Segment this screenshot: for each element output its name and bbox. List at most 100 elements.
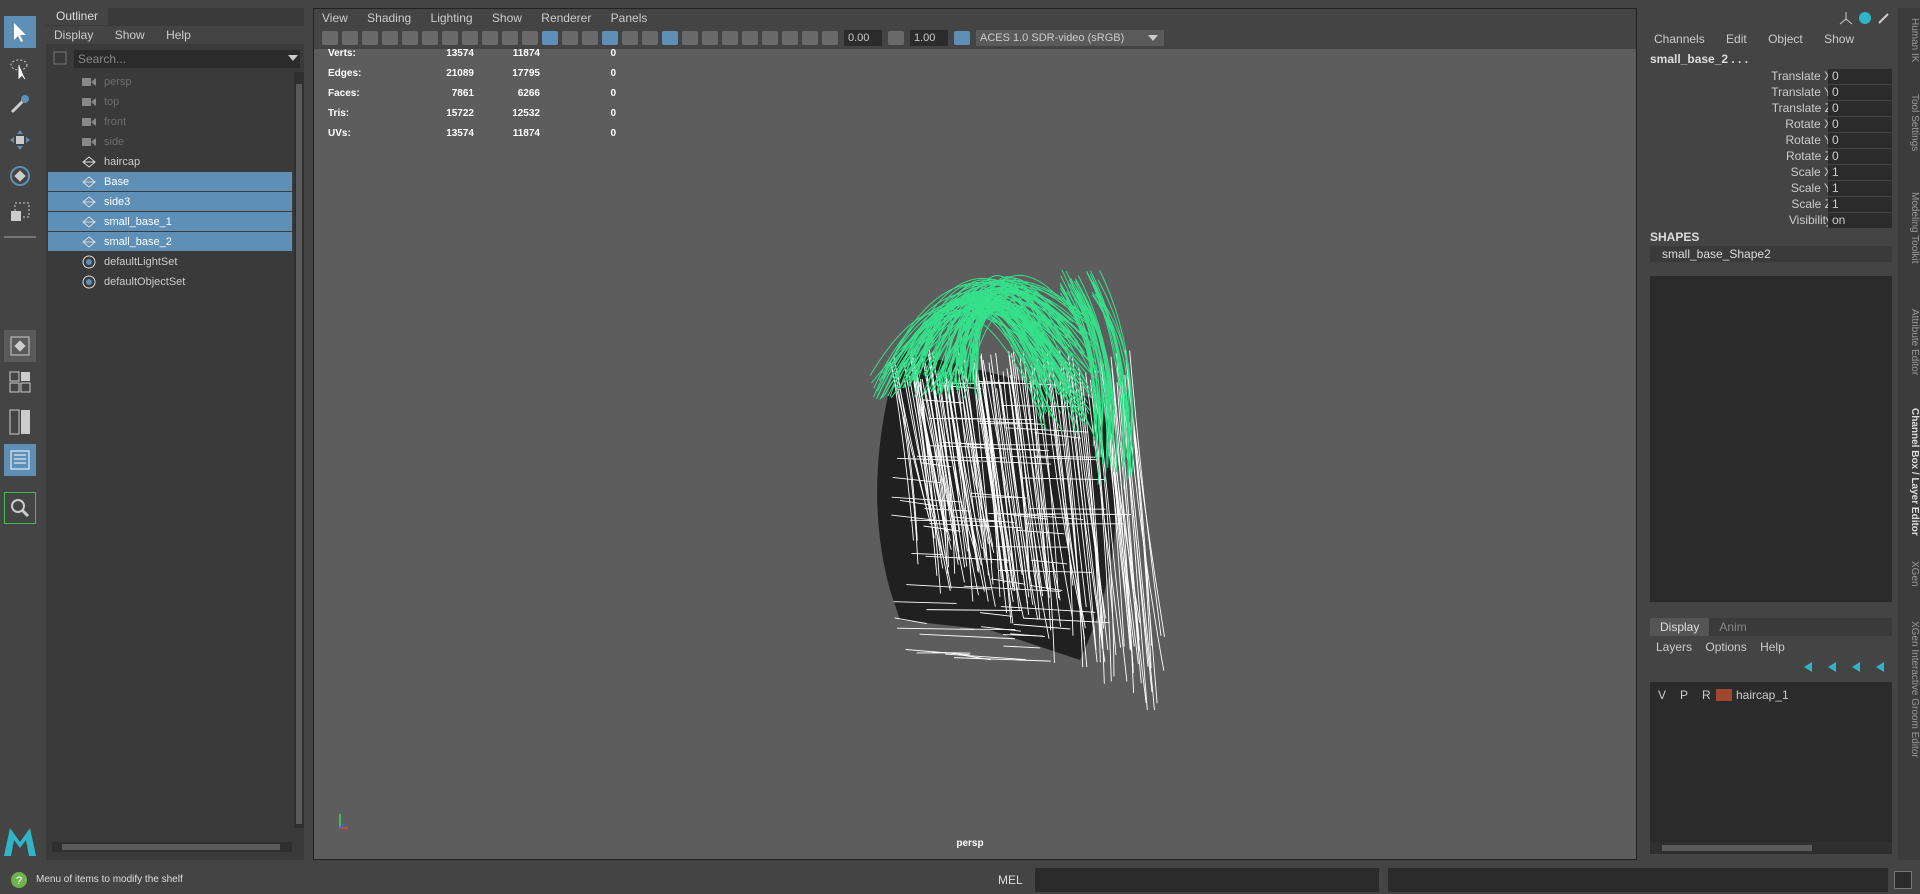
channels-menu-show[interactable]: Show	[1824, 32, 1854, 46]
layer-playback-toggle[interactable]: P	[1680, 688, 1702, 702]
isolate-select-icon[interactable]	[662, 31, 678, 45]
move-layer-up-icon[interactable]	[1800, 660, 1818, 674]
tab-xgen[interactable]: XGen	[1898, 554, 1920, 594]
attribute-value-field[interactable]: 0	[1828, 149, 1892, 164]
outliner-item[interactable]: small_base_1	[48, 212, 292, 231]
layers-menu-help[interactable]: Help	[1760, 640, 1785, 654]
safe-action-icon[interactable]	[502, 31, 518, 45]
help-icon[interactable]: ?	[10, 871, 28, 889]
object-name[interactable]: small_base_2 . . .	[1650, 52, 1748, 66]
lights-icon[interactable]	[622, 31, 638, 45]
new-layer-selected-icon[interactable]	[1872, 660, 1890, 674]
outliner-hscrollbar[interactable]	[52, 842, 292, 852]
gamma-field[interactable]: 1.00	[910, 30, 948, 46]
layers-menu-layers[interactable]: Layers	[1656, 640, 1692, 654]
outliner-hscroll-thumb[interactable]	[62, 844, 280, 850]
paint-select-icon[interactable]	[4, 88, 36, 120]
viewport-menu-show[interactable]: Show	[492, 11, 522, 25]
outliner-layout-icon[interactable]	[4, 444, 36, 476]
exposure-icon[interactable]	[822, 31, 838, 45]
outliner-vscrollbar[interactable]	[294, 72, 304, 828]
smooth-shade-icon[interactable]	[542, 31, 558, 45]
viewport-menu-panels[interactable]: Panels	[611, 11, 648, 25]
four-view-icon[interactable]	[4, 366, 36, 398]
shape-name[interactable]: small_base_Shape2	[1650, 246, 1892, 262]
layer-name[interactable]: haircap_1	[1736, 688, 1789, 702]
outliner-item[interactable]: Base	[48, 172, 292, 191]
viewport-menu-view[interactable]: View	[322, 11, 348, 25]
default-material-icon[interactable]	[562, 31, 578, 45]
image-plane-icon[interactable]	[382, 31, 398, 45]
film-gate-icon[interactable]	[422, 31, 438, 45]
axis-icon[interactable]	[1838, 10, 1854, 26]
lasso-tool-icon[interactable]	[4, 52, 36, 84]
antialiasing-icon[interactable]	[782, 31, 798, 45]
command-line-input[interactable]	[1035, 868, 1379, 892]
new-layer-icon[interactable]	[1848, 660, 1866, 674]
channel-attribute[interactable]: Visibility on	[1650, 213, 1892, 229]
tab-anim[interactable]: Anim	[1709, 618, 1756, 636]
tab-xgen-groom-editor[interactable]: XGen Interactive Groom Editor	[1898, 604, 1920, 774]
outliner-item[interactable]: persp	[48, 72, 292, 91]
search-dropdown-icon[interactable]	[288, 55, 298, 61]
wireframe-icon[interactable]	[522, 31, 538, 45]
tab-modeling-toolkit[interactable]: Modeling Toolkit	[1898, 178, 1920, 278]
mel-label[interactable]: MEL	[976, 868, 1034, 892]
outliner-item[interactable]: defaultObjectSet	[48, 272, 292, 291]
layer-row[interactable]: V P R haircap_1	[1650, 686, 1892, 704]
wireframe-on-shaded-icon[interactable]	[602, 31, 618, 45]
layers-menu-options[interactable]: Options	[1705, 640, 1746, 654]
grid-icon[interactable]	[402, 31, 418, 45]
attribute-value-field[interactable]: 1	[1828, 181, 1892, 196]
motion-blur-icon[interactable]	[762, 31, 778, 45]
attribute-value-field[interactable]: 0	[1828, 133, 1892, 148]
xray-active-icon[interactable]	[722, 31, 738, 45]
search-icon[interactable]	[4, 492, 36, 524]
camera-attr-icon[interactable]	[342, 31, 358, 45]
two-view-icon[interactable]	[4, 406, 36, 438]
channels-menu-object[interactable]: Object	[1768, 32, 1803, 46]
shadows-icon[interactable]	[642, 31, 658, 45]
xray-icon[interactable]	[682, 31, 698, 45]
viewport-menu-renderer[interactable]: Renderer	[541, 11, 591, 25]
move-layer-down-icon[interactable]	[1824, 660, 1842, 674]
attribute-value-field[interactable]: 1	[1828, 197, 1892, 212]
field-chart-icon[interactable]	[482, 31, 498, 45]
single-view-icon[interactable]	[4, 330, 36, 362]
outliner-menu-help[interactable]: Help	[166, 28, 191, 42]
layer-hscrollbar[interactable]	[1650, 842, 1892, 854]
tab-attribute-editor[interactable]: Attribute Editor	[1898, 292, 1920, 392]
channel-attribute[interactable]: Rotate X0	[1650, 117, 1892, 133]
layer-hscroll-thumb[interactable]	[1662, 845, 1812, 851]
rotate-tool-icon[interactable]	[4, 160, 36, 192]
channel-attribute[interactable]: Scale Z1	[1650, 197, 1892, 213]
ambient-occlusion-icon[interactable]	[742, 31, 758, 45]
outliner-item[interactable]: front	[48, 112, 292, 131]
channels-menu-edit[interactable]: Edit	[1726, 32, 1747, 46]
channel-attribute[interactable]: Rotate Z0	[1650, 149, 1892, 165]
gate-mask-icon[interactable]	[462, 31, 478, 45]
outliner-menu-display[interactable]: Display	[54, 28, 93, 42]
attribute-value-field[interactable]: 0	[1828, 69, 1892, 84]
outliner-item[interactable]: haircap	[48, 152, 292, 171]
attribute-value-field[interactable]: 0	[1828, 101, 1892, 116]
attribute-value-field[interactable]: on	[1828, 213, 1892, 228]
color-management-icon[interactable]	[954, 31, 970, 45]
viewport-menu-lighting[interactable]: Lighting	[431, 11, 473, 25]
layer-reference-toggle[interactable]: R	[1702, 688, 1716, 702]
outliner-search-input[interactable]: Search...	[74, 50, 300, 68]
outliner-item[interactable]: defaultLightSet	[48, 252, 292, 271]
depth-of-field-icon[interactable]	[802, 31, 818, 45]
outliner-menu-show[interactable]: Show	[115, 28, 145, 42]
tab-tool-settings[interactable]: Tool Settings	[1898, 82, 1920, 164]
channel-attribute[interactable]: Rotate Y0	[1650, 133, 1892, 149]
layer-visibility-toggle[interactable]: V	[1658, 688, 1680, 702]
channel-attribute[interactable]: Scale X1	[1650, 165, 1892, 181]
sync-icon[interactable]	[1857, 10, 1873, 26]
color-space-chevron-icon[interactable]	[1148, 35, 1158, 41]
outliner-item[interactable]: top	[48, 92, 292, 111]
viewport-menu-shading[interactable]: Shading	[367, 11, 411, 25]
move-tool-icon[interactable]	[4, 124, 36, 156]
gamma-icon[interactable]	[888, 31, 904, 45]
outliner-item[interactable]: small_base_2	[48, 232, 292, 251]
